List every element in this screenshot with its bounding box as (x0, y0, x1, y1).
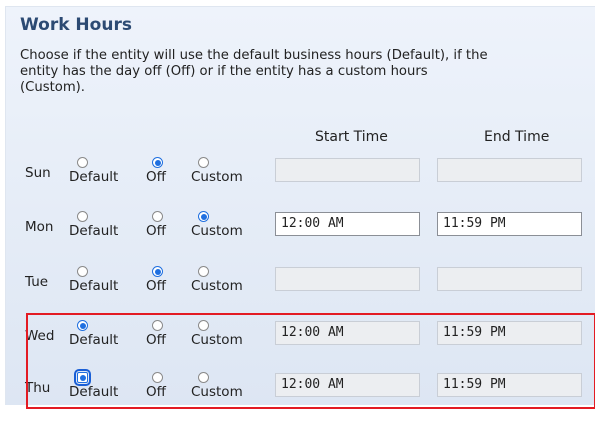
end-time-input[interactable]: 11:59 PM (437, 212, 582, 236)
custom-label: Custom (191, 223, 243, 239)
off-radio[interactable] (152, 266, 163, 277)
work-hours-panel: Work Hours Choose if the entity will use… (5, 6, 595, 409)
day-row-2: Tue Default Off Custom (6, 265, 595, 315)
off-label: Off (146, 169, 166, 185)
off-radio[interactable] (152, 320, 163, 331)
end-time-input[interactable]: 11:59 PM (437, 321, 582, 345)
default-label: Default (69, 332, 119, 348)
column-header-end-time: End Time (484, 129, 550, 145)
off-label: Off (146, 384, 166, 400)
custom-label: Custom (191, 332, 243, 348)
column-header-start-time: Start Time (315, 129, 388, 145)
default-radio[interactable] (74, 369, 91, 386)
off-radio[interactable] (152, 372, 163, 383)
day-label: Wed (25, 328, 55, 344)
day-row-4: Thu Default Off Custom 12:00 AM 11:59 PM (6, 369, 595, 421)
off-label: Off (146, 332, 166, 348)
off-radio[interactable] (152, 157, 163, 168)
default-radio[interactable] (77, 211, 88, 222)
day-row-3: Wed Default Off Custom 12:00 AM 11:59 PM (6, 319, 595, 369)
default-label: Default (69, 169, 119, 185)
off-label: Off (146, 223, 166, 239)
start-time-input[interactable]: 12:00 AM (275, 373, 420, 397)
custom-radio[interactable] (198, 266, 209, 277)
default-radio[interactable] (77, 157, 88, 168)
custom-label: Custom (191, 384, 243, 400)
custom-label: Custom (191, 278, 243, 294)
day-label: Mon (25, 219, 54, 235)
section-title: Work Hours (20, 15, 132, 35)
off-label: Off (146, 278, 166, 294)
start-time-input[interactable] (275, 267, 420, 291)
off-radio[interactable] (152, 211, 163, 222)
end-time-input[interactable]: 11:59 PM (437, 373, 582, 397)
custom-label: Custom (191, 169, 243, 185)
start-time-input[interactable]: 12:00 AM (275, 321, 420, 345)
day-label: Tue (25, 274, 49, 290)
default-label: Default (69, 384, 119, 400)
end-time-input[interactable] (437, 158, 582, 182)
custom-radio[interactable] (198, 157, 209, 168)
day-label: Thu (25, 380, 51, 396)
day-row-1: Mon Default Off Custom 12:00 AM 11:59 PM (6, 210, 595, 260)
default-radio[interactable] (77, 320, 88, 331)
default-label: Default (69, 223, 119, 239)
day-row-0: Sun Default Off Custom (6, 156, 595, 206)
day-label: Sun (25, 165, 51, 181)
section-description: Choose if the entity will use the defaul… (20, 48, 488, 95)
custom-radio[interactable] (198, 320, 209, 331)
start-time-input[interactable]: 12:00 AM (275, 212, 420, 236)
custom-radio[interactable] (198, 372, 209, 383)
default-radio[interactable] (77, 266, 88, 277)
default-label: Default (69, 278, 119, 294)
custom-radio[interactable] (198, 211, 209, 222)
start-time-input[interactable] (275, 158, 420, 182)
end-time-input[interactable] (437, 267, 582, 291)
